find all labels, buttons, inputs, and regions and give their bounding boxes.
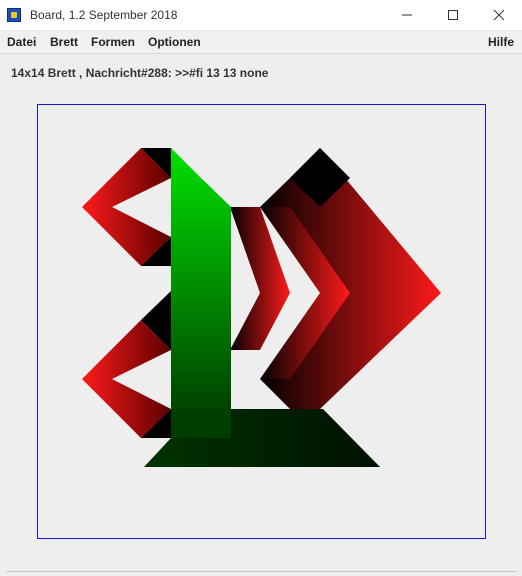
maximize-button[interactable] bbox=[430, 0, 476, 30]
title-bar: Board, 1.2 September 2018 bbox=[0, 0, 522, 31]
menu-brett[interactable]: Brett bbox=[50, 35, 78, 49]
menu-optionen[interactable]: Optionen bbox=[148, 35, 201, 49]
board-canvas bbox=[82, 148, 441, 467]
board-app-icon bbox=[7, 8, 21, 22]
game-board[interactable] bbox=[37, 104, 486, 539]
minimize-icon bbox=[402, 14, 412, 16]
maximize-icon bbox=[448, 10, 458, 20]
chevron-left-upper bbox=[82, 148, 171, 266]
window-title: Board, 1.2 September 2018 bbox=[30, 8, 178, 22]
window-bottom-edge bbox=[6, 571, 516, 572]
menu-datei[interactable]: Datei bbox=[7, 35, 36, 49]
close-button[interactable] bbox=[476, 0, 522, 30]
chevron-left-lower bbox=[82, 291, 171, 438]
status-message: 14x14 Brett , Nachricht#288: >>#fi 13 13… bbox=[11, 66, 269, 80]
minimize-button[interactable] bbox=[384, 0, 430, 30]
menu-bar: Datei Brett Formen Optionen Hilfe bbox=[0, 31, 522, 54]
menu-hilfe[interactable]: Hilfe bbox=[488, 35, 514, 49]
close-icon bbox=[493, 9, 505, 21]
menu-formen[interactable]: Formen bbox=[91, 35, 135, 49]
